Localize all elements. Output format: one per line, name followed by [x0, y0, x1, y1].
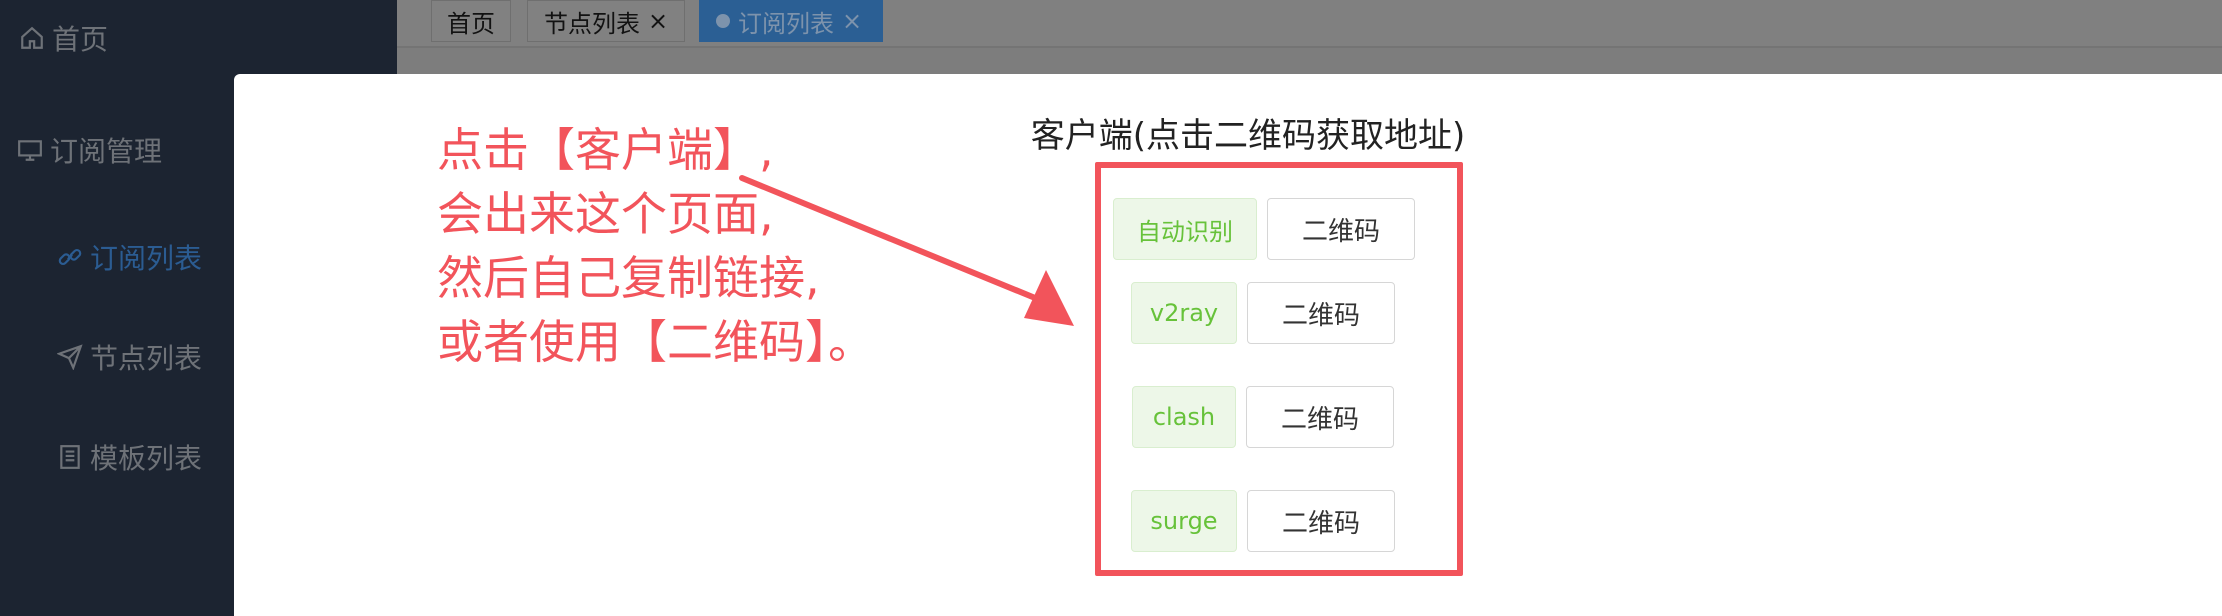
annotation-line: 点击【客户端】,: [437, 123, 774, 177]
sidebar-item-label: 模板列表: [90, 442, 203, 475]
sidebar-item-node-list[interactable]: 节点列表: [56, 337, 202, 377]
client-v2ray-button[interactable]: v2ray: [1131, 282, 1237, 344]
client-clash-button[interactable]: clash: [1132, 386, 1236, 448]
send-icon: [56, 343, 84, 371]
qrcode-button[interactable]: 二维码: [1267, 198, 1415, 260]
sidebar-item-label: 订阅管理: [50, 135, 163, 168]
monitor-icon: [16, 136, 44, 164]
client-auto-detect-button[interactable]: 自动识别: [1113, 198, 1257, 260]
document-icon: [56, 443, 84, 471]
qrcode-button[interactable]: 二维码: [1247, 490, 1395, 552]
qrcode-button[interactable]: 二维码: [1246, 386, 1394, 448]
sidebar-item-subscription-management[interactable]: 订阅管理: [16, 130, 162, 170]
annotation-line: 或者使用【二维码】。: [437, 315, 874, 369]
tab-node-list[interactable]: 节点列表 ×: [527, 0, 685, 42]
close-icon[interactable]: ×: [842, 7, 862, 35]
sidebar-item-label: 节点列表: [90, 342, 203, 375]
tab-home[interactable]: 首页: [431, 0, 511, 42]
link-icon: [56, 243, 84, 271]
close-icon[interactable]: ×: [648, 7, 668, 35]
annotation-text: 点击【客户端】, 会出来这个页面, 然后自己复制链接, 或者使用【二维码】。: [437, 118, 997, 374]
sidebar-item-label: 首页: [52, 23, 109, 56]
annotation-line: 会出来这个页面,: [437, 187, 774, 241]
sidebar-item-subscription-list[interactable]: 订阅列表: [56, 237, 202, 277]
tab-label: 订阅列表: [738, 9, 834, 38]
tab-subscription-list[interactable]: 订阅列表 ×: [699, 0, 883, 42]
client-surge-button[interactable]: surge: [1131, 490, 1237, 552]
active-dot-icon: [716, 14, 730, 28]
sidebar-item-home[interactable]: 首页: [18, 18, 108, 58]
home-icon: [18, 24, 46, 52]
sidebar-item-template-list[interactable]: 模板列表: [56, 437, 202, 477]
tab-label: 节点列表: [544, 9, 640, 38]
sidebar-item-label: 订阅列表: [90, 242, 203, 275]
qrcode-button[interactable]: 二维码: [1247, 282, 1395, 344]
tab-label: 首页: [447, 9, 495, 38]
annotation-line: 然后自己复制链接,: [437, 251, 820, 305]
